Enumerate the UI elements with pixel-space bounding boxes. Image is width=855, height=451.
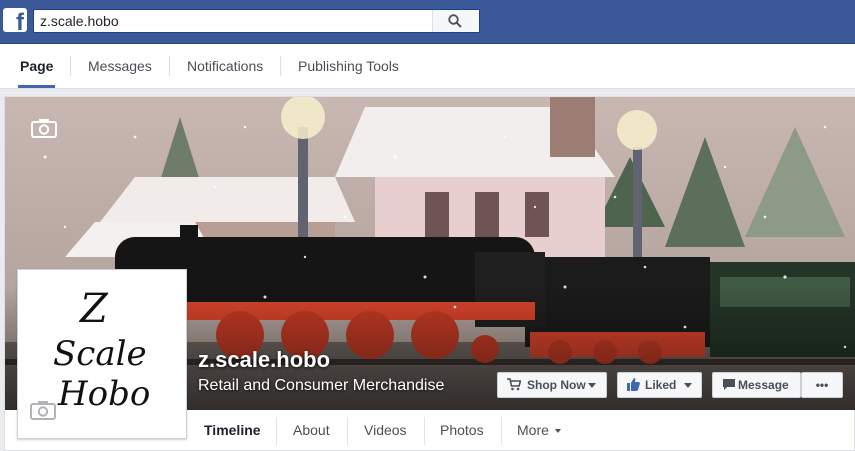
search-icon	[448, 14, 462, 28]
chevron-down-icon	[554, 429, 561, 434]
more-dots-icon: •••	[815, 378, 829, 392]
tab-notifications[interactable]: Notifications	[187, 44, 263, 88]
logo-text-line: Scale	[53, 334, 147, 374]
page-category[interactable]: Retail and Consumer Merchandise	[198, 377, 444, 395]
message-label: Message	[738, 378, 789, 392]
thumbs-up-icon	[627, 378, 640, 391]
profile-camera-icon[interactable]	[30, 400, 56, 420]
admin-tabs: Page Messages Notifications Publishing T…	[0, 44, 855, 89]
subnav-more-label: More	[517, 422, 549, 438]
subnav-photos[interactable]: Photos	[440, 410, 484, 451]
page-title[interactable]: z.scale.hobo	[198, 347, 330, 373]
top-navigation-bar: f	[0, 0, 855, 44]
tab-divider	[280, 56, 281, 76]
liked-label: Liked	[645, 378, 677, 392]
search-box	[33, 9, 480, 33]
search-button[interactable]	[432, 10, 479, 32]
subnav-divider	[276, 417, 277, 445]
liked-button[interactable]: Liked	[617, 372, 702, 398]
subnav-divider	[501, 417, 502, 445]
tab-divider	[70, 56, 71, 76]
chevron-down-icon	[684, 383, 692, 388]
shop-now-label: Shop Now	[527, 378, 586, 392]
subnav-about[interactable]: About	[293, 410, 330, 451]
more-options-button[interactable]: •••	[801, 372, 843, 398]
subnav-videos[interactable]: Videos	[364, 410, 407, 451]
cart-icon	[507, 378, 521, 391]
camera-icon[interactable]	[31, 118, 57, 138]
logo-text-line: Hobo	[58, 374, 151, 414]
subnav-divider	[424, 417, 425, 445]
search-input[interactable]	[40, 12, 430, 30]
subnav-more[interactable]: More	[517, 410, 561, 451]
tab-divider	[169, 56, 170, 76]
message-button[interactable]: Message	[712, 372, 801, 398]
shop-now-button[interactable]: Shop Now	[497, 372, 607, 398]
chevron-down-icon	[588, 383, 596, 388]
message-icon	[723, 379, 735, 390]
tab-page[interactable]: Page	[17, 44, 56, 88]
facebook-logo-icon[interactable]: f	[3, 8, 27, 35]
subnav-timeline[interactable]: Timeline	[204, 410, 261, 451]
logo-text-line: Z	[80, 286, 108, 332]
tab-messages[interactable]: Messages	[88, 44, 152, 88]
subnav-divider	[347, 417, 348, 445]
tab-publishing-tools[interactable]: Publishing Tools	[298, 44, 399, 88]
